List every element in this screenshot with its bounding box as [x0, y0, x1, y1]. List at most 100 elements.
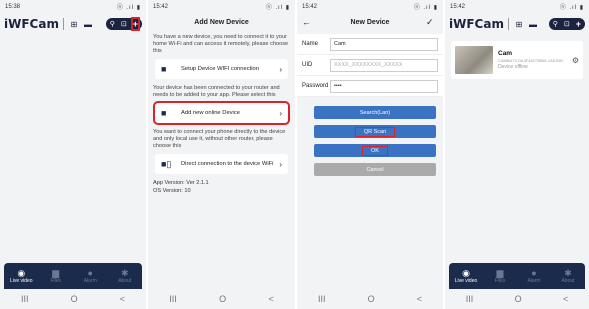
tab-live-video[interactable]: ◉ Live video [4, 263, 39, 289]
tab-alarm[interactable]: ● Alarm [517, 263, 551, 289]
search-icon[interactable]: ⚲ [110, 20, 115, 28]
folder-icon: ▆ [52, 268, 60, 278]
divider [62, 18, 64, 30]
device-name: Cam [498, 50, 513, 57]
password-field[interactable]: •••• [330, 79, 438, 93]
play-icon: ◉ [17, 268, 26, 278]
camera-grid-icon[interactable]: ⊞ [513, 19, 525, 29]
button-label: QR Scan [354, 126, 396, 137]
name-row: Name Cam [297, 34, 443, 55]
tab-label: Files [50, 278, 62, 284]
camera-thumbnail[interactable] [455, 46, 493, 74]
monitor-icon[interactable]: ▬ [82, 19, 94, 29]
camera-icon: ■ [161, 64, 167, 74]
monitor-icon[interactable]: ▬ [527, 19, 539, 29]
tab-live-video[interactable]: ◉ Live video [449, 263, 483, 289]
chevron-right-icon: › [279, 64, 282, 74]
status-time: 15:38 [5, 3, 21, 10]
recent-apps-button[interactable]: III [318, 294, 326, 304]
add-online-device-option[interactable]: ■ Add new online Device › [153, 101, 290, 125]
tab-files[interactable]: ▆ Files [39, 263, 74, 289]
play-icon: ◉ [462, 268, 470, 278]
button-label: OK [362, 145, 388, 156]
chevron-right-icon: › [279, 108, 282, 118]
scan-icon[interactable]: ⊡ [121, 20, 127, 28]
intro-text: You have a new device, you need to conne… [153, 34, 289, 54]
tab-about[interactable]: ✱ About [108, 263, 143, 289]
connected-text: Your device has been connected to your r… [153, 85, 280, 98]
uid-field[interactable]: XXXX_XXXXXXXX_XXXXX [330, 58, 438, 72]
recent-apps-button[interactable]: III [169, 294, 177, 304]
tab-files[interactable]: ▆ Files [483, 263, 517, 289]
name-field[interactable]: Cam [330, 37, 438, 51]
system-nav-bar: III O < [148, 289, 295, 309]
scan-icon[interactable]: ⊡ [564, 20, 570, 28]
gear-icon[interactable]: ⚙ [572, 56, 579, 65]
page-title: Add New Device [194, 18, 249, 26]
cancel-button[interactable]: Cancel [314, 163, 436, 176]
back-button[interactable]: < [269, 294, 274, 304]
bottom-tab-bar: ◉ Live video ▆ Files ● Alarm ✱ About [4, 263, 142, 289]
home-button[interactable]: O [368, 294, 375, 304]
new-device-screen: 15:42 ⓝ .ıl ▮ ← New Device ✓ Name Cam UI… [297, 0, 443, 309]
uid-row: UID XXXX_XXXXXXXX_XXXXX [297, 55, 443, 76]
home-button[interactable]: O [71, 294, 78, 304]
tab-label: Alarm [83, 278, 97, 284]
chevron-right-icon: › [279, 159, 282, 169]
app-version: App Version: Ver 2.1.1 [153, 180, 209, 186]
device-status: Device offline [498, 64, 528, 70]
status-icons: ⓝ .ıl ▮ [265, 5, 290, 11]
status-bar: 15:42 ⓝ .ıl ▮ [445, 0, 589, 13]
camera-grid-icon[interactable]: ⊞ [68, 19, 80, 29]
status-bar: 15:42 ⓝ .ıl ▮ [297, 0, 443, 13]
system-nav-bar: III O < [445, 289, 589, 309]
add-new-device-screen: 15:42 ⓝ .ıl ▮ Add New Device You have a … [148, 0, 295, 309]
tab-label: Live video [454, 278, 478, 284]
folder-icon: ▆ [496, 268, 504, 278]
ok-button[interactable]: OK [314, 144, 436, 157]
home-button[interactable]: O [515, 294, 522, 304]
field-label: Name [302, 41, 319, 47]
back-button[interactable]: < [120, 294, 125, 304]
back-button[interactable]: < [417, 294, 422, 304]
add-device-icon[interactable]: + [576, 19, 581, 29]
status-time: 15:42 [153, 3, 169, 10]
recent-apps-button[interactable]: III [21, 294, 29, 304]
tab-label: About [118, 278, 132, 284]
device-form: Name Cam UID XXXX_XXXXXXXX_XXXXX Passwor… [297, 34, 443, 97]
add-device-icon[interactable]: + [130, 17, 141, 31]
tab-label: About [561, 278, 575, 284]
app-header: iWFCam ⊞ ▬ ⚲ ⊡ + [0, 13, 146, 35]
direct-connection-option[interactable]: ■▯ Direct connection to the device WiFi … [155, 154, 288, 174]
setup-wifi-option[interactable]: ■ Setup Device WIFI connection › [155, 59, 288, 79]
tab-alarm[interactable]: ● Alarm [73, 263, 108, 289]
back-arrow-icon[interactable]: ← [302, 17, 314, 27]
bell-icon: ● [531, 268, 537, 278]
home-screen-empty: 15:38 ⓝ .ıl ▮ iWFCam ⊞ ▬ ⚲ ⊡ + ◉ Live vi… [0, 0, 146, 309]
status-icons: ⓝ .ıl ▮ [413, 5, 438, 11]
os-version: OS Version: 10 [153, 188, 191, 194]
field-label: UID [302, 62, 313, 68]
search-icon[interactable]: ⚲ [553, 20, 558, 28]
tab-about[interactable]: ✱ About [551, 263, 585, 289]
device-uid: CAMBA73-DA3F46273B06-1A8 B9C [498, 58, 564, 63]
qr-scan-button[interactable]: QR Scan [314, 125, 436, 138]
device-card[interactable]: Cam CAMBA73-DA3F46273B06-1A8 B9C Device … [451, 41, 583, 79]
header-actions: ⚲ ⊡ + [548, 18, 585, 30]
status-bar: 15:42 ⓝ .ıl ▮ [148, 0, 295, 13]
checkmark-icon[interactable]: ✓ [426, 17, 438, 28]
home-screen-with-device: 15:42 ⓝ .ıl ▮ iWFCam ⊞ ▬ ⚲ ⊡ + Cam CAMBA… [445, 0, 589, 309]
back-button[interactable]: < [563, 294, 568, 304]
title-bar: ← New Device ✓ [297, 13, 443, 31]
search-lan-button[interactable]: Search(Lan) [314, 106, 436, 119]
tab-label: Live video [9, 278, 33, 284]
home-button[interactable]: O [219, 294, 226, 304]
tab-label: Alarm [527, 278, 541, 284]
field-label: Password [302, 83, 329, 89]
direct-text: You want to connect your phone directly … [153, 129, 286, 149]
device-info: Cam CAMBA73-DA3F46273B06-1A8 B9C Device … [498, 50, 572, 70]
system-nav-bar: III O < [0, 289, 146, 309]
about-icon: ✱ [564, 268, 572, 278]
camera-phone-icon: ■▯ [161, 158, 172, 169]
recent-apps-button[interactable]: III [466, 294, 474, 304]
